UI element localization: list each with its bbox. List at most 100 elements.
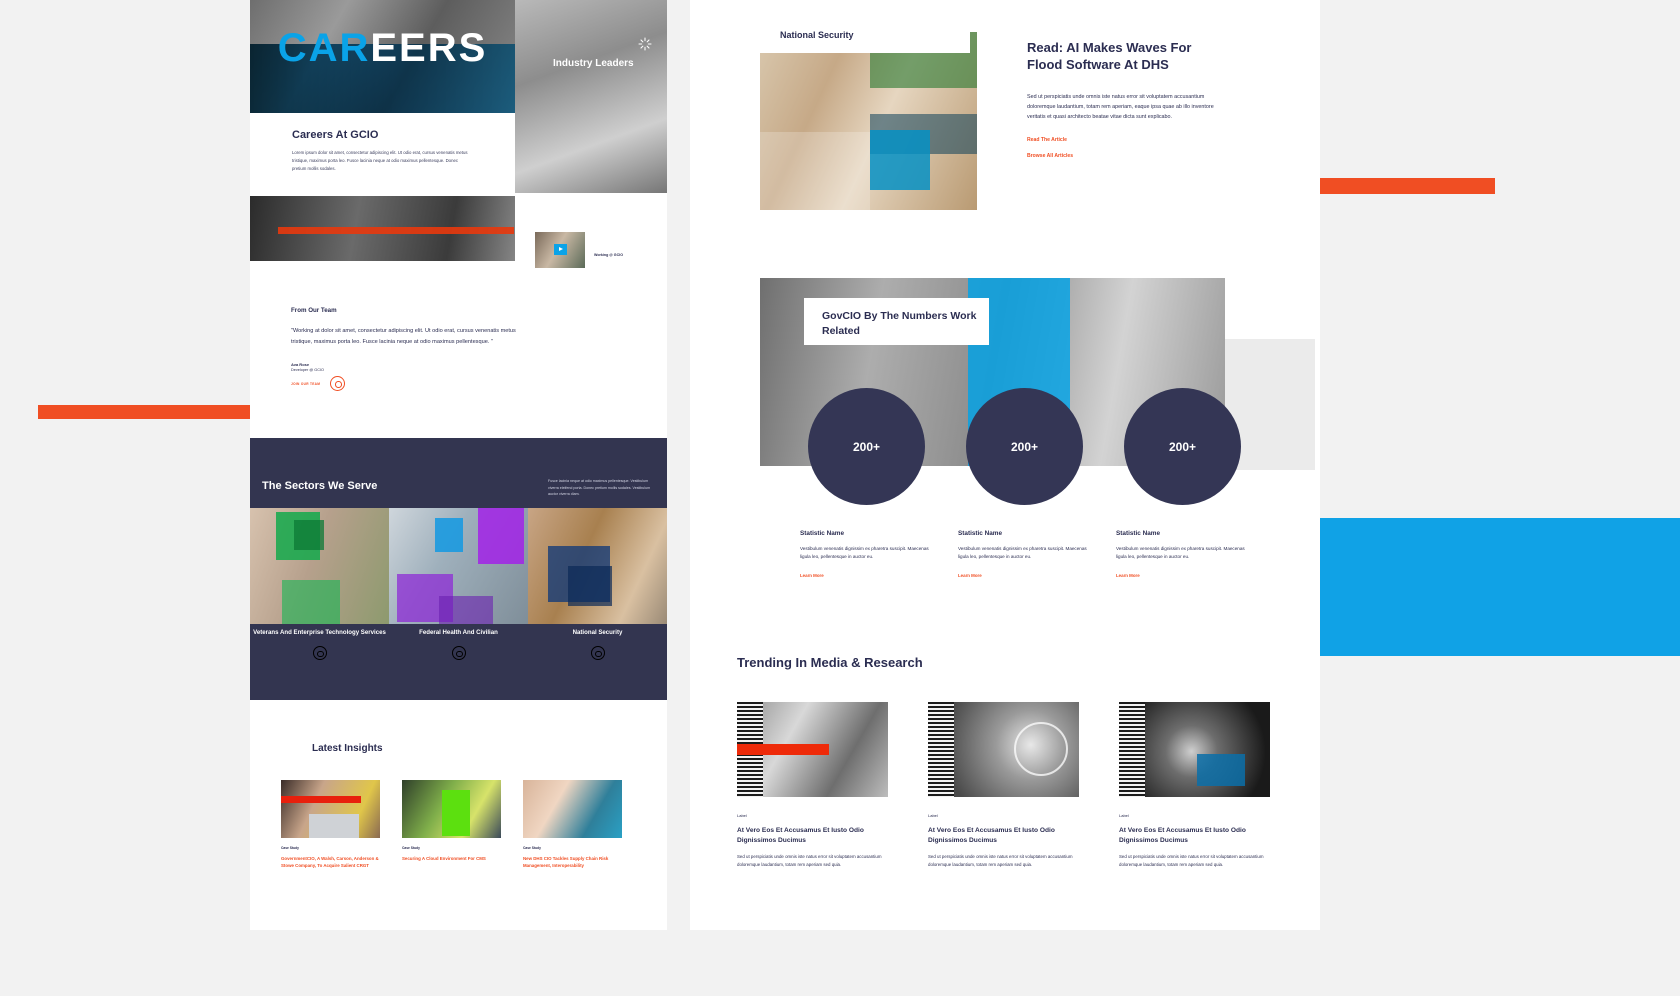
industry-leaders-photo: Industry Leaders [515,0,667,193]
stat-block-0: Statistic Name Vestibulum venenatis dign… [800,530,940,578]
target-ring-icon-green[interactable] [312,646,327,661]
stat-block-1: Statistic Name Vestibulum venenatis dign… [958,530,1098,578]
sector-item-1[interactable]: Federal Health And Civilian [389,628,528,661]
feature-article-body: Sed ut perspiciatis unde omnis iste natu… [1027,93,1214,121]
trending-heading: Trending In Media & Research [737,655,923,670]
stat-learn-more-1[interactable]: Learn More [958,573,1098,578]
target-ring-icon[interactable] [330,376,345,391]
stat-circle-1: 200+ [966,388,1083,505]
stat-name-1: Statistic Name [958,530,1003,537]
feature-article-heading: Read: AI Makes Waves For Flood Software … [1027,40,1192,72]
stat-learn-more-2[interactable]: Learn More [1116,573,1256,578]
stat-circle-2: 200+ [1124,388,1241,505]
by-the-numbers-title-card: GovCIO By The Numbers Work Related [804,298,989,345]
insight-thumbnail-0 [281,780,380,838]
trending-thumbnail-1 [928,702,1079,797]
insight-thumbnail-1 [402,780,501,838]
hero-title-part1: CAR [277,26,371,70]
careers-hero-banner: CAREERS [250,0,515,113]
canvas: CAREERS Industry Leaders Careers At GCIO… [0,0,1680,996]
trending-thumbnail-2 [1119,702,1270,797]
trending-title-2[interactable]: At Vero Eos Et Accusamus Et Iusto Odio D… [1119,826,1270,845]
browse-all-articles-link[interactable]: Browse All Articles [1027,153,1219,159]
trending-title-0[interactable]: At Vero Eos Et Accusamus Et Iusto Odio D… [737,826,888,845]
stat-circle-0: 200+ [808,388,925,505]
feature-category-tab: National Security [760,20,970,53]
insight-label-0: Case Study [281,846,299,850]
play-icon[interactable] [554,244,567,255]
by-the-numbers-section: GovCIO By The Numbers Work Related 200+ … [760,278,1320,608]
by-the-numbers-heading: GovCIO By The Numbers Work Related [822,310,977,338]
stat-desc-2: Vestibulum venenatis dignissim ex pharet… [1116,546,1245,560]
trending-desc-1: Sed ut perspiciatis unde omnis iste natu… [928,854,1073,868]
careers-body: Lorem ipsum dolor sit amet, consectetur … [292,150,468,171]
latest-insights-heading: Latest Insights [312,743,383,754]
stat-desc-1: Vestibulum venenatis dignissim ex pharet… [958,546,1087,560]
video-thumbnail-label: Working @ GCIO [594,253,623,257]
hero-title-part2: EERS [370,26,488,70]
red-accent-line [278,227,514,234]
stat-desc-0: Vestibulum venenatis dignissim ex pharet… [800,546,929,560]
homepage-mock: National Security Read: AI Makes Waves F… [690,0,1320,930]
industry-leaders-label: Industry Leaders [553,58,634,69]
insight-title-1[interactable]: Securing A Cloud Environment For CMS [402,855,501,862]
quote-text: "Working at dolor sit amet, consectetur … [291,328,516,345]
sector-label-0: Veterans And Enterprise Technology Servi… [253,629,386,636]
insight-title-0[interactable]: GovernmentCIO, A Walsh, Carson, Anderson… [281,855,380,869]
sector-item-0[interactable]: Veterans And Enterprise Technology Servi… [250,628,389,661]
sector-captions: Veterans And Enterprise Technology Servi… [250,628,667,661]
trending-thumbnail-0 [737,702,888,797]
insight-title-2[interactable]: New DHS CIO Tackles Supply Chain Risk Ma… [523,855,622,869]
quote-eyebrow: From Our Team [291,307,337,314]
insight-card-list: Case Study GovernmentCIO, A Walsh, Carso… [281,780,641,869]
trending-label-0: Label [737,813,747,818]
join-our-team-link[interactable]: JOIN OUR TEAM [291,382,320,386]
feature-category-label: National Security [780,30,854,40]
trending-title-1[interactable]: At Vero Eos Et Accusamus Et Iusto Odio D… [928,826,1079,845]
trending-desc-2: Sed ut perspiciatis unde omnis iste natu… [1119,854,1264,868]
sector-tile-health[interactable] [389,508,528,624]
sector-label-1: Federal Health And Civilian [419,629,498,636]
sector-label-2: National Security [572,629,623,636]
insight-label-2: Case Study [523,846,541,850]
sector-item-2[interactable]: National Security [528,628,667,661]
stat-learn-more-0[interactable]: Learn More [800,573,940,578]
target-ring-icon-blue[interactable] [590,646,605,661]
table-row[interactable]: Label At Vero Eos Et Accusamus Et Iusto … [737,702,888,869]
latest-insights-section: Latest Insights Case Study GovernmentCIO… [250,700,667,930]
list-item[interactable]: Case Study New DHS CIO Tackles Supply Ch… [523,780,622,869]
sector-tile-national-security[interactable] [528,508,667,624]
insight-thumbnail-2 [523,780,622,838]
target-ring-icon-purple[interactable] [451,646,466,661]
trending-label-2: Label [1119,813,1129,818]
feature-article-photo [760,32,977,210]
sectors-heading: The Sectors We Serve [262,480,378,492]
sectors-lede: Fusce lacinia neque at odio maximus pell… [548,479,651,497]
trending-section: Trending In Media & Research Label At Ve… [690,645,1320,930]
stat-block-2: Statistic Name Vestibulum venenatis dign… [1116,530,1256,578]
starburst-icon [638,37,652,51]
list-item[interactable]: Case Study GovernmentCIO, A Walsh, Carso… [281,780,380,869]
feature-article-text: Read: AI Makes Waves For Flood Software … [1027,40,1219,159]
sectors-section: The Sectors We Serve Fusce lacinia neque… [250,438,667,700]
table-row[interactable]: Label At Vero Eos Et Accusamus Et Iusto … [928,702,1079,869]
trending-desc-0: Sed ut perspiciatis unde omnis iste natu… [737,854,882,868]
team-quote-section: From Our Team "Working at dolor sit amet… [250,295,667,415]
careers-page-mock: CAREERS Industry Leaders Careers At GCIO… [250,0,667,930]
careers-heading: Careers At GCIO [292,129,379,141]
stat-name-0: Statistic Name [800,530,845,537]
hero-title: CAREERS [250,26,515,71]
stat-name-2: Statistic Name [1116,530,1161,537]
video-thumbnail[interactable] [535,232,585,268]
video-strip-photo [250,196,515,261]
list-item[interactable]: Case Study Securing A Cloud Environment … [402,780,501,869]
trending-card-list: Label At Vero Eos Et Accusamus Et Iusto … [737,702,1272,869]
trending-label-1: Label [928,813,938,818]
insight-label-1: Case Study [402,846,420,850]
quote-author-name: Ava Rose [291,362,310,367]
table-row[interactable]: Label At Vero Eos Et Accusamus Et Iusto … [1119,702,1270,869]
sector-tile-veterans[interactable] [250,508,389,624]
careers-intro-card: Careers At GCIO Lorem ipsum dolor sit am… [250,113,515,193]
quote-author-role: Developer @ GCIO [291,368,324,372]
read-the-article-link[interactable]: Read The Article [1027,137,1219,143]
